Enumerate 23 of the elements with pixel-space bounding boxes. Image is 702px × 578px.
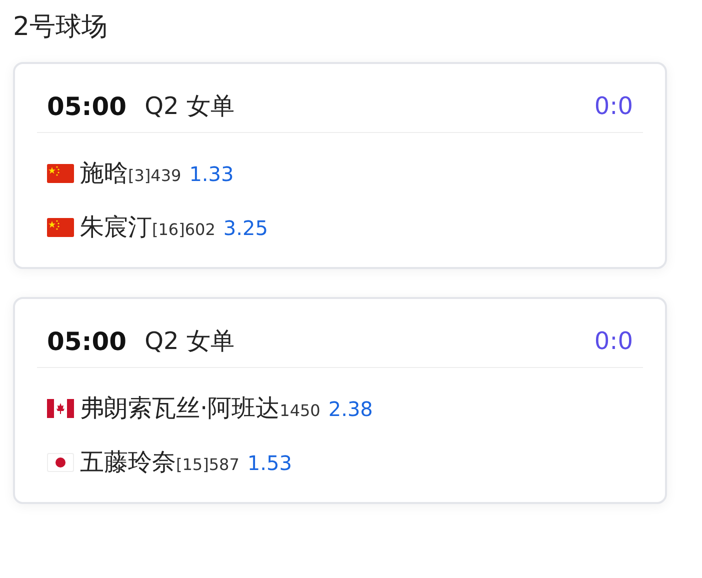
player-rank: 1450 <box>280 401 320 420</box>
match-time: 05:00 <box>47 326 127 356</box>
player-rank: [15]587 <box>176 455 240 474</box>
player-rank: [16]602 <box>152 220 216 239</box>
match-time: 05:00 <box>47 92 127 120</box>
player-name: 朱宸汀 <box>80 212 152 243</box>
player-name: 五藤玲奈 <box>80 447 176 478</box>
match-round: Q2 女单 <box>144 326 234 357</box>
match-score: 0:0 <box>594 327 633 355</box>
flag-icon <box>47 398 74 418</box>
flag-icon <box>47 218 74 236</box>
match-round: Q2 女单 <box>144 91 234 122</box>
player-odds: 2.38 <box>328 397 373 421</box>
player-rank: [3]439 <box>128 166 182 185</box>
flag-icon <box>47 452 74 472</box>
court-title: 2号球场 <box>13 11 109 44</box>
player-odds: 3.25 <box>223 216 268 240</box>
match-score: 0:0 <box>594 92 633 120</box>
player-odds: 1.33 <box>189 162 234 186</box>
player-name: 施晗 <box>80 158 128 189</box>
player-name: 弗朗索瓦丝·阿班达 <box>80 393 280 424</box>
player-odds: 1.53 <box>247 451 292 475</box>
flag-icon <box>47 164 74 182</box>
